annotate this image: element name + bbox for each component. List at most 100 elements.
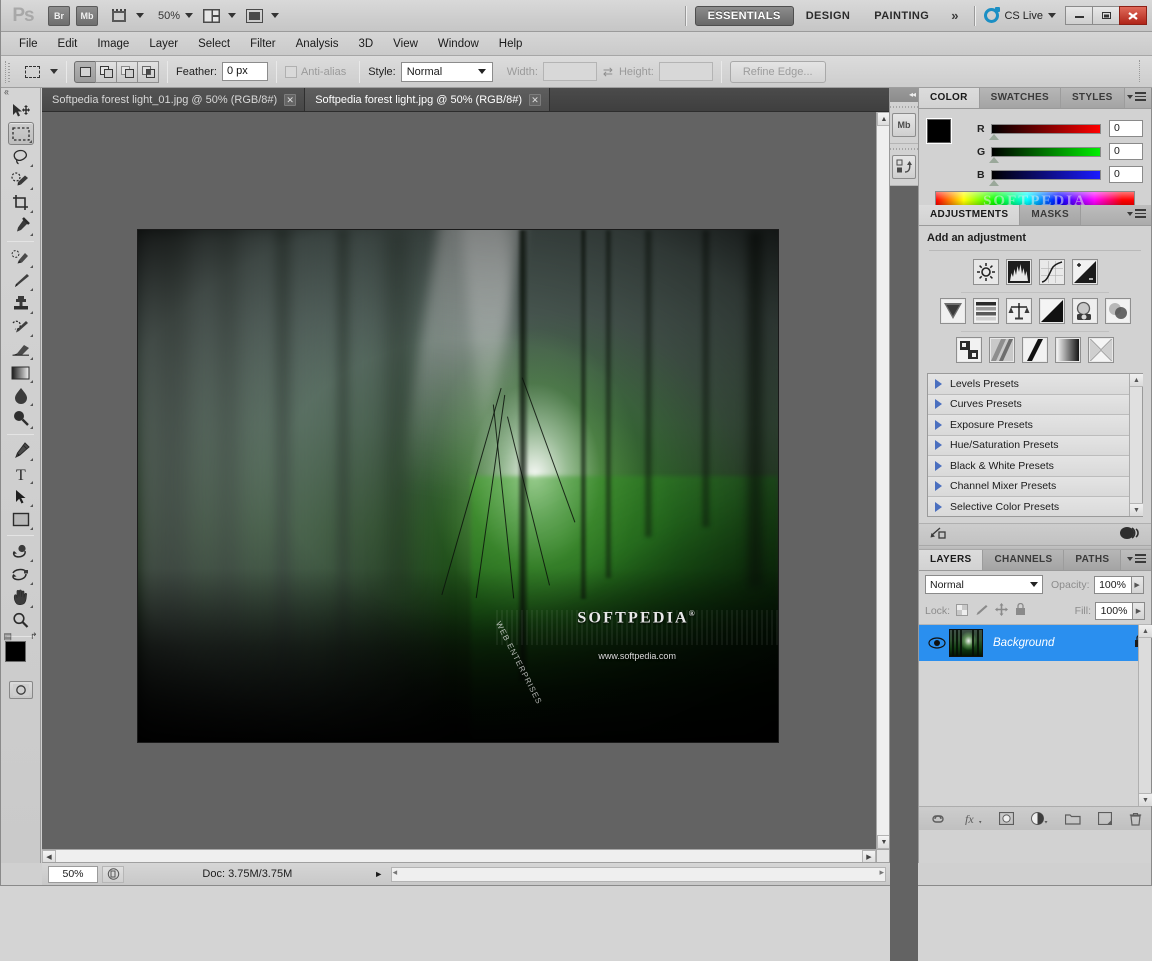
width-input[interactable] <box>542 62 597 81</box>
green-value-field[interactable]: 0 <box>1109 143 1143 160</box>
foreground-color-swatch[interactable] <box>4 641 26 662</box>
preset-black-white[interactable]: Black & White Presets <box>928 456 1129 477</box>
threshold-icon[interactable] <box>1022 337 1048 363</box>
posterize-icon[interactable] <box>989 337 1015 363</box>
intersect-selection-button[interactable] <box>137 60 159 83</box>
photo-filter-icon[interactable] <box>1071 298 1098 324</box>
history-dock-icon[interactable] <box>892 155 916 179</box>
menu-help[interactable]: Help <box>489 35 533 53</box>
launch-mini-bridge-button[interactable]: Mb <box>76 5 98 26</box>
close-button[interactable] <box>1119 6 1147 25</box>
preset-exposure[interactable]: Exposure Presets <box>928 415 1129 436</box>
lasso-tool[interactable] <box>8 145 34 168</box>
workspace-essentials[interactable]: ESSENTIALS <box>694 5 794 26</box>
toggle-visibility-icon[interactable] <box>1119 526 1141 543</box>
rectangle-shape-tool[interactable] <box>8 508 34 531</box>
document-image[interactable]: SOFTPEDIA® www.softpedia.com WEB ENTERPR… <box>138 230 778 742</box>
add-to-selection-button[interactable] <box>95 60 117 83</box>
layers-list[interactable]: Background ▲ ▼ <box>919 624 1152 806</box>
restore-button[interactable] <box>1092 6 1120 25</box>
lock-position-icon[interactable] <box>995 603 1009 619</box>
workspace-painting[interactable]: PAINTING <box>862 6 941 26</box>
pen-tool[interactable] <box>8 439 34 462</box>
document-tab-1[interactable]: Softpedia forest light_01.jpg @ 50% (RGB… <box>42 88 306 111</box>
opacity-stepper-icon[interactable]: ▶ <box>1131 575 1144 594</box>
layers-scrollbar[interactable]: ▲ ▼ <box>1138 625 1152 806</box>
adjustments-panel-menu-icon[interactable] <box>1127 209 1146 220</box>
color-panel-foreground-swatch[interactable] <box>926 118 952 144</box>
view-extras-caret-icon[interactable] <box>136 13 144 18</box>
swap-colors-icon[interactable]: ↱ <box>30 631 38 642</box>
color-panel-menu-icon[interactable] <box>1127 92 1146 103</box>
black-white-icon[interactable] <box>1038 298 1065 324</box>
rectangular-marquee-icon[interactable] <box>19 60 45 84</box>
presets-scroll-down-icon[interactable]: ▼ <box>1130 503 1143 516</box>
refine-edge-button[interactable]: Refine Edge... <box>729 60 826 83</box>
opacity-field[interactable]: 100% <box>1093 575 1132 594</box>
preset-curves[interactable]: Curves Presets <box>928 394 1129 415</box>
blue-slider[interactable] <box>989 169 1101 186</box>
tab-styles[interactable]: STYLES <box>1060 88 1125 108</box>
zoom-level-label[interactable]: 50% <box>158 10 180 22</box>
spot-healing-brush-tool[interactable] <box>8 246 34 269</box>
dock-group-grip[interactable] <box>890 144 918 153</box>
document-tab-2-close-icon[interactable]: ✕ <box>529 93 542 106</box>
levels-icon[interactable] <box>1005 259 1032 285</box>
vibrance-icon[interactable] <box>939 298 966 324</box>
hue-saturation-icon[interactable] <box>972 298 999 324</box>
delete-layer-icon[interactable] <box>1129 812 1142 826</box>
quick-mask-mode-button[interactable] <box>8 681 33 699</box>
layers-scroll-up-icon[interactable]: ▲ <box>1139 625 1152 638</box>
status-play-icon[interactable]: ► <box>371 866 387 883</box>
tab-layers[interactable]: LAYERS <box>919 550 984 570</box>
layer-name-label[interactable]: Background <box>993 637 1134 649</box>
hand-tool[interactable] <box>8 586 34 609</box>
brush-tool[interactable] <box>8 269 34 292</box>
3d-object-rotate-tool[interactable] <box>8 540 34 563</box>
gradient-tool[interactable] <box>8 361 34 384</box>
options-bar-grip[interactable] <box>5 60 15 83</box>
add-layer-mask-icon[interactable] <box>998 812 1014 825</box>
cs-live-button[interactable]: CS Live <box>984 7 1056 23</box>
history-brush-tool[interactable] <box>8 315 34 338</box>
mini-bridge-dock-icon[interactable]: Mb <box>892 113 916 137</box>
menu-select[interactable]: Select <box>188 35 240 53</box>
menu-analysis[interactable]: Analysis <box>286 35 349 53</box>
arrange-caret-icon[interactable] <box>228 13 237 18</box>
height-input[interactable] <box>658 62 713 81</box>
preset-levels[interactable]: Levels Presets <box>928 374 1129 395</box>
tab-color[interactable]: COLOR <box>919 88 980 108</box>
menu-image[interactable]: Image <box>87 35 139 53</box>
quick-selection-tool[interactable] <box>8 168 34 191</box>
path-selection-tool[interactable] <box>8 485 34 508</box>
3d-camera-rotate-tool[interactable] <box>8 563 34 586</box>
horizontal-type-tool[interactable]: T <box>8 462 34 485</box>
canvas-vertical-scrollbar[interactable]: ▲ ▼ <box>876 112 891 849</box>
document-size-info[interactable]: Doc: 3.75M/3.75M <box>124 868 371 880</box>
menu-layer[interactable]: Layer <box>139 35 188 53</box>
green-slider[interactable] <box>989 146 1101 163</box>
tab-swatches[interactable]: SWATCHES <box>979 88 1061 108</box>
clip-to-layer-icon[interactable] <box>929 526 946 543</box>
style-select[interactable]: Normal <box>400 61 493 82</box>
blur-tool[interactable] <box>8 384 34 407</box>
lock-transparent-pixels-icon[interactable] <box>956 603 969 619</box>
presets-scrollbar[interactable]: ▲ ▼ <box>1129 374 1143 516</box>
new-adjustment-layer-icon[interactable] <box>1030 812 1048 825</box>
screen-mode-caret-icon[interactable] <box>271 13 280 18</box>
swap-width-height-icon[interactable]: ⇄ <box>603 65 613 79</box>
menu-3d[interactable]: 3D <box>348 35 383 53</box>
layer-visibility-eye-ic on[interactable] <box>925 637 949 649</box>
color-balance-icon[interactable] <box>1005 298 1032 324</box>
dodge-tool[interactable] <box>8 407 34 430</box>
minimize-button[interactable] <box>1065 6 1093 25</box>
feather-input[interactable]: 0 px <box>221 62 268 81</box>
tools-panel-grip[interactable] <box>1 87 40 99</box>
link-layers-icon[interactable] <box>929 814 947 824</box>
screen-mode-icon[interactable] <box>242 5 266 27</box>
move-tool[interactable] <box>8 99 34 122</box>
blue-value-field[interactable]: 0 <box>1109 166 1143 183</box>
preset-selective-color[interactable]: Selective Color Presets <box>928 497 1129 516</box>
dock-group-grip[interactable] <box>890 102 918 111</box>
status-horizontal-scrollbar[interactable] <box>390 866 886 882</box>
